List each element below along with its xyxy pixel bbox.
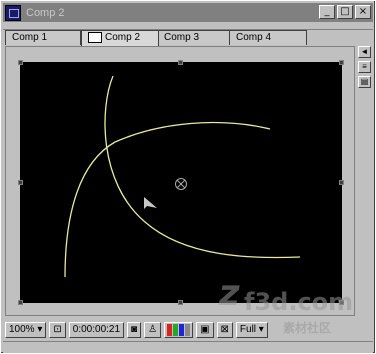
mask-path-1 [104,75,301,259]
tab-comp-4[interactable]: Comp 4 [229,30,307,45]
close-button[interactable]: × [355,5,371,19]
anchor-point-icon[interactable] [175,178,187,190]
timeline-icon[interactable]: ▤ [358,76,371,88]
layer-handle[interactable] [18,180,23,185]
watermark-sub: 素材社区 [283,321,332,335]
tab-label: Comp 3 [164,32,200,43]
zoom-value: 100% [9,324,35,335]
layer-handle[interactable] [18,300,23,305]
mask-paths [64,75,301,278]
side-toolbar: ◄ ≡ ▤ [358,46,373,91]
title-bar[interactable]: Comp 2 _ □ × [3,3,373,22]
tab-label: Comp 4 [236,32,272,43]
snapshot-icon[interactable]: ◙ [127,322,142,338]
zoom-dropdown[interactable]: 100% ▾ [5,322,47,338]
layer-handle[interactable] [178,300,183,305]
tab-comp-1[interactable]: Comp 1 [5,30,81,45]
transparency-grid-icon[interactable]: ⊠ [216,322,233,338]
tab-label: Comp 2 [105,32,141,43]
vertical-scrollbar[interactable] [358,103,372,318]
minimize-button[interactable]: _ [319,5,335,19]
layer-handle[interactable] [18,60,23,65]
layer-handle[interactable] [339,180,344,185]
comp-tab-icon [88,31,102,43]
resolution-dropdown[interactable]: Full ▾ [235,322,268,338]
timecode-value: 0:00:00:21 [72,324,121,335]
comp-tabs: Comp 1 Comp 3 Comp 4 Comp 2 [5,30,371,46]
tab-comp-3[interactable]: Comp 3 [157,30,233,45]
region-of-interest-icon[interactable]: ▣ [196,322,214,338]
mask-path-2 [64,121,271,278]
show-snapshot-icon[interactable]: ♙ [144,322,162,338]
horizontal-scrollbar[interactable] [3,341,373,353]
timecode-display[interactable]: 0:00:00:21 [68,322,125,338]
watermark-site: f3d.com [244,288,354,316]
layer-handle[interactable] [178,60,183,65]
panel-menu-icon[interactable]: ◄ [358,46,371,58]
cursor-icon [144,197,157,209]
channel-icon[interactable] [164,322,194,338]
safe-zones-icon[interactable]: ⊡ [49,322,66,338]
top-strip [3,23,373,30]
comp-window: Comp 2 _ □ × Comp 1 Comp 3 Comp 4 Comp 2 [0,0,376,354]
tab-comp-2[interactable]: Comp 2 [81,30,159,46]
maximize-button[interactable]: □ [337,5,353,19]
tab-label: Comp 1 [12,32,48,43]
composition-icon [5,4,21,21]
window-title: Comp 2 [26,6,65,19]
comp-canvas[interactable] [20,62,342,303]
layers-icon[interactable]: ≡ [358,61,371,73]
resolution-value: Full [239,324,257,335]
layer-handle[interactable] [339,60,344,65]
